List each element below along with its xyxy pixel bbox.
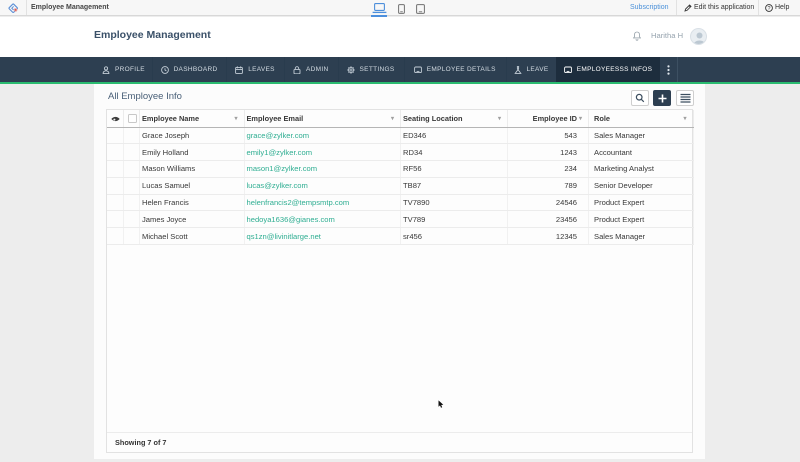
svg-text:?: ?: [768, 6, 771, 12]
